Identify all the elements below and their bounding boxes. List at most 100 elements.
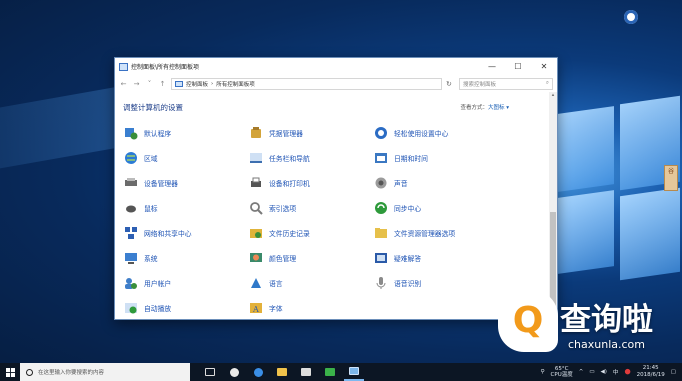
control-panel-item[interactable]: 日期和时间 [374,151,428,165]
watermark-q-icon: Q [512,300,544,341]
search-icon: ⌕ [545,80,549,86]
notification-icon[interactable]: ▢ [671,369,676,375]
green-app-icon[interactable] [320,363,340,381]
control-panel-item-label: 设备和打印机 [269,180,310,188]
security-icon[interactable]: ⬤ [624,369,630,375]
view-by-control[interactable]: 查看方式：大图标 ▾ [460,103,509,111]
control-panel-item[interactable]: 任务栏和导航 [249,151,310,165]
control-panel-item[interactable]: 设备管理器 [124,176,178,190]
control-panel-item[interactable]: A 字体 [249,301,283,315]
control-panel-item-label: 文件资源管理器选项 [394,230,456,238]
input-method-icon[interactable]: 中 [613,368,619,376]
clock[interactable]: 21:45 2018/6/19 [637,365,665,379]
control-panel-item[interactable]: 文件历史记录 [249,226,310,240]
clock-time: 21:45 [642,365,659,371]
indexing-options-icon [249,201,263,215]
control-panel-item[interactable]: 网络和共享中心 [124,226,192,240]
up-arrow-icon[interactable]: ↑ [158,80,167,88]
volume-icon[interactable]: ◀) [601,369,607,375]
control-panel-item[interactable]: 索引选项 [249,201,296,215]
control-panel-item-label: 系统 [144,255,158,263]
cpu-temp-label: CPU温度 [550,372,573,378]
control-panel-item[interactable]: 鼠标 [124,201,158,215]
file-history-icon [249,226,263,240]
control-panel-item[interactable]: 语言 [249,276,283,290]
taskbar-search-box[interactable]: 在这里输入你要搜索的内容 [20,363,190,381]
control-panel-item-label: 区域 [144,155,158,163]
back-arrow-icon[interactable]: ← [119,80,128,88]
devices-printers-icon [249,176,263,190]
control-panel-item-label: 用户帐户 [144,280,172,288]
address-field[interactable]: 控制面板 › 所有控制面板项 [171,77,442,90]
cortana-icon [26,368,33,376]
control-panel-item-label: 同步中心 [394,205,422,213]
view-by-value[interactable]: 大图标 ▾ [488,105,509,111]
network-sharing-icon [124,226,138,240]
control-panel-taskbar-icon[interactable] [344,363,364,381]
control-panel-item-label: 设备管理器 [144,180,178,188]
window-title: 控制面板\所有控制面板项 [131,64,200,71]
control-panel-item-label: 疑难解答 [394,255,422,263]
cpu-temperature[interactable]: 65°C CPU温度 [551,366,573,378]
language-icon [249,276,263,290]
chaxunla-watermark: Q 查询啦 chaxunla.com [498,290,668,362]
watermark-logo: Q [498,290,558,352]
default-programs-icon [124,126,138,140]
control-panel-item[interactable]: 自动播放 [124,301,171,315]
control-panel-item-label: 语言 [269,280,283,288]
scroll-up-icon[interactable]: ▴ [549,92,557,100]
control-panel-item[interactable]: 语音识别 [374,276,421,290]
mouse-icon [124,201,138,215]
control-panel-item-label: 索引选项 [269,205,297,213]
color-management-icon [249,251,263,265]
windows-logo-icon [5,367,15,377]
control-panel-item-label: 日期和时间 [394,155,428,163]
control-panel-item-label: 声音 [394,180,408,188]
control-panel-item[interactable]: 轻松使用设置中心 [374,126,448,140]
maximize-button[interactable]: ☐ [505,58,531,75]
control-panel-item[interactable]: 声音 [374,176,408,190]
date-time-icon [374,151,388,165]
control-panel-item[interactable]: 设备和打印机 [249,176,310,190]
control-panel-icon [119,62,128,71]
task-view-icon[interactable] [200,363,220,381]
search-input[interactable]: 搜索控制面板 ⌕ [459,77,553,90]
control-panel-item[interactable]: 疑难解答 [374,251,421,265]
control-panel-item[interactable]: 系统 [124,251,158,265]
store-icon[interactable] [296,363,316,381]
ease-of-access-icon [374,126,388,140]
desktop-sticky-note[interactable]: 谷 [664,165,678,191]
start-button[interactable] [0,363,20,381]
edge-browser-icon[interactable] [248,363,268,381]
control-panel-item[interactable]: 凭据管理器 [249,126,303,140]
close-button[interactable]: ✕ [531,58,557,75]
control-panel-item[interactable]: 区域 [124,151,158,165]
control-panel-item[interactable]: 颜色管理 [249,251,296,265]
control-panel-item-label: 凭据管理器 [269,130,303,138]
vertical-scrollbar[interactable]: ▴ ▾ [549,92,557,319]
minimize-button[interactable]: — [479,58,505,75]
pinwheel-app-icon[interactable] [224,363,244,381]
breadcrumb-root[interactable]: 控制面板 [186,80,208,88]
control-panel-item[interactable]: 文件资源管理器选项 [374,226,455,240]
taskbar-navigation-icon [249,151,263,165]
forward-arrow-icon[interactable]: → [132,80,141,88]
refresh-icon[interactable]: ↻ [446,80,455,88]
system-icon [124,251,138,265]
control-panel-item[interactable]: 用户帐户 [124,276,171,290]
speech-recognition-icon [374,276,388,290]
control-panel-content: 调整计算机的设置 查看方式：大图标 ▾ 默认程序 凭据管理器 轻松使用设置中心 区域 任… [115,92,549,319]
file-explorer-icon[interactable] [272,363,292,381]
search-placeholder: 搜索控制面板 [463,81,497,88]
control-panel-item[interactable]: 默认程序 [124,126,171,140]
window-titlebar[interactable]: 控制面板\所有控制面板项 — ☐ ✕ [115,58,557,75]
desktop-app-icon[interactable] [624,10,638,24]
control-panel-item[interactable]: 同步中心 [374,201,421,215]
breadcrumb-current[interactable]: 所有控制面板项 [216,80,255,88]
dropdown-icon[interactable]: ˅ [145,80,154,88]
network-icon[interactable]: ▭ [589,369,594,375]
control-panel-item-label: 默认程序 [144,130,172,138]
chevron-up-icon[interactable]: ^ [579,369,584,375]
control-panel-item-label: 网络和共享中心 [144,230,192,238]
person-icon[interactable]: ⚲ [541,369,545,375]
